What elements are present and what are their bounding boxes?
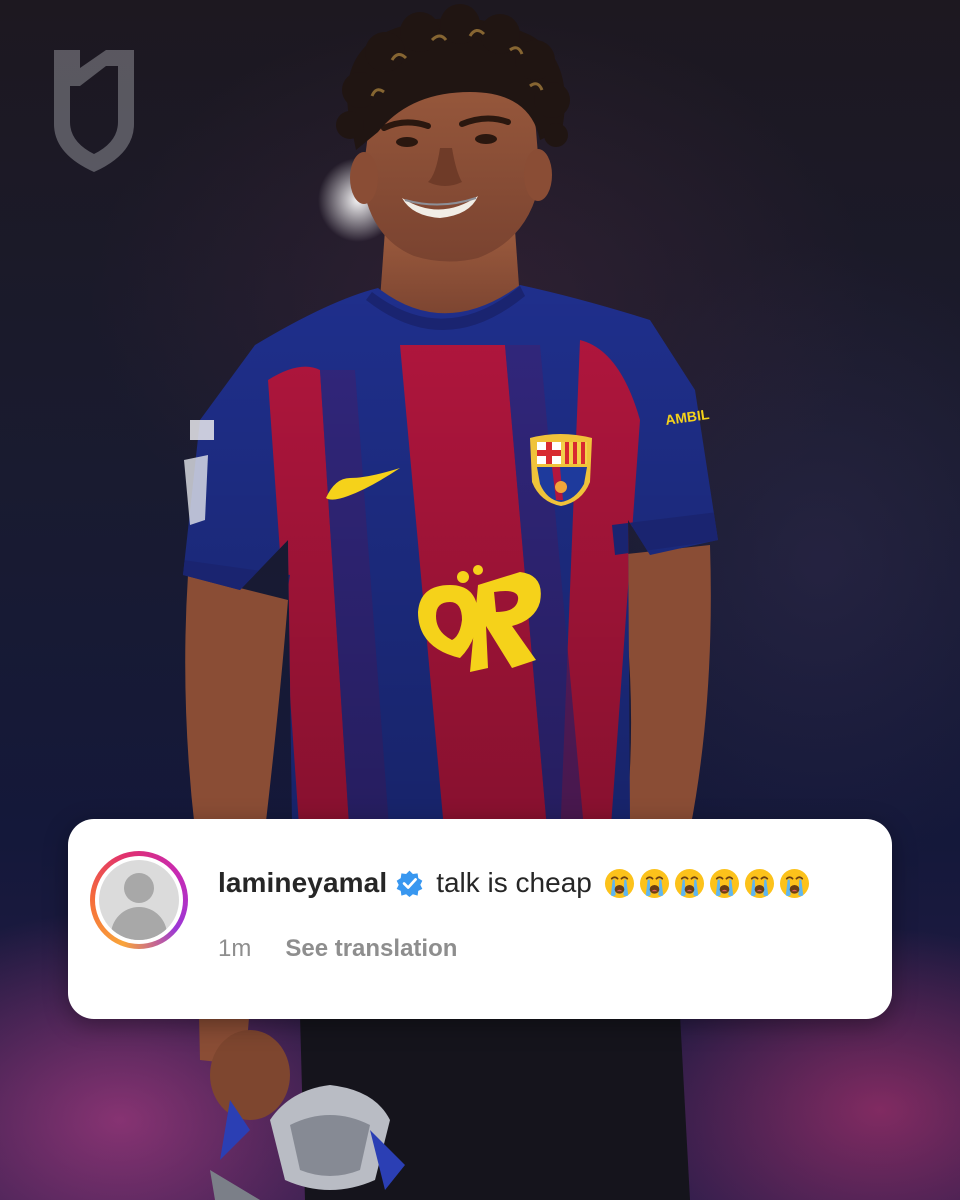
emoji-row: [604, 868, 814, 899]
comment-text: talk is cheap: [436, 867, 592, 898]
player-photo: AMBIL: [183, 4, 718, 1200]
loudly-crying-face-icon: [639, 868, 669, 898]
username-link[interactable]: lamineyamal: [218, 867, 387, 899]
timestamp: 1m: [218, 935, 252, 962]
verified-badge-icon: [396, 870, 423, 897]
loudly-crying-face-icon: [674, 868, 704, 898]
comment-card: lamineyamal talk is cheap 1m See transla…: [68, 819, 892, 1019]
loudly-crying-face-icon: [779, 868, 809, 898]
loudly-crying-face-icon: [709, 868, 739, 898]
comment-line: lamineyamal talk is cheap: [218, 865, 814, 901]
default-avatar-icon[interactable]: [95, 856, 183, 944]
shield-monogram-icon: [54, 50, 134, 172]
story-ring[interactable]: [90, 851, 188, 949]
comment-meta: 1m See translation: [218, 933, 457, 965]
loudly-crying-face-icon: [744, 868, 774, 898]
loudly-crying-face-icon: [604, 868, 634, 898]
see-translation-button[interactable]: See translation: [285, 935, 457, 963]
post-image: AMBIL lamineyamal talk is cheap 1m See t…: [0, 0, 960, 1200]
